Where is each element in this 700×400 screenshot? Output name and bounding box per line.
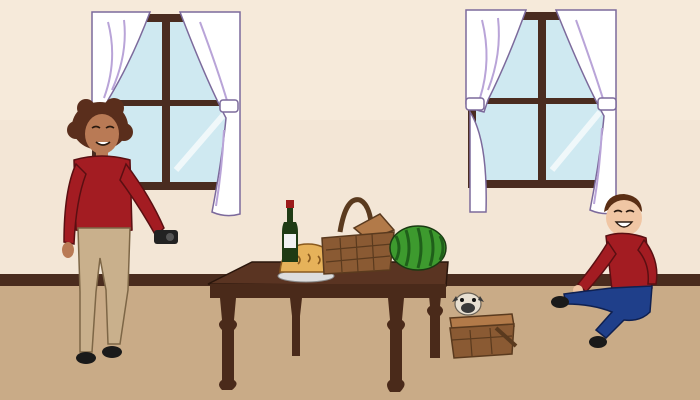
- left-curtain-tie: [219, 99, 239, 113]
- boy-left-shoe: [551, 296, 569, 308]
- floor-basket-body: [449, 323, 515, 359]
- woman-hair-curl-3: [77, 99, 95, 117]
- scene-canvas: [0, 0, 700, 400]
- wine-cap: [286, 200, 294, 208]
- woman-left-shoe: [76, 352, 96, 364]
- woman-right-shoe: [102, 346, 122, 358]
- watermelon: [389, 225, 447, 271]
- boy-face: [606, 200, 642, 236]
- woman-shirt: [73, 155, 133, 234]
- woman-smile: [95, 141, 111, 146]
- right-window: [465, 9, 617, 215]
- wine-label: [284, 234, 296, 248]
- woman-face: [85, 114, 119, 154]
- woman-hair-curl-1: [67, 121, 85, 139]
- pug-eye-left: [460, 298, 464, 302]
- picnic-room-scene: [0, 0, 700, 400]
- floor-picnic-basket: [449, 313, 518, 359]
- pug-eye-right: [472, 298, 476, 302]
- right-curtain-right-tie: [597, 97, 617, 111]
- pug-muzzle: [461, 303, 475, 313]
- camera-lens: [166, 233, 174, 241]
- boy-right-shoe: [589, 336, 607, 348]
- table-apron: [210, 284, 446, 298]
- right-curtain-left-tie: [465, 97, 485, 111]
- woman-left-hand: [62, 242, 74, 258]
